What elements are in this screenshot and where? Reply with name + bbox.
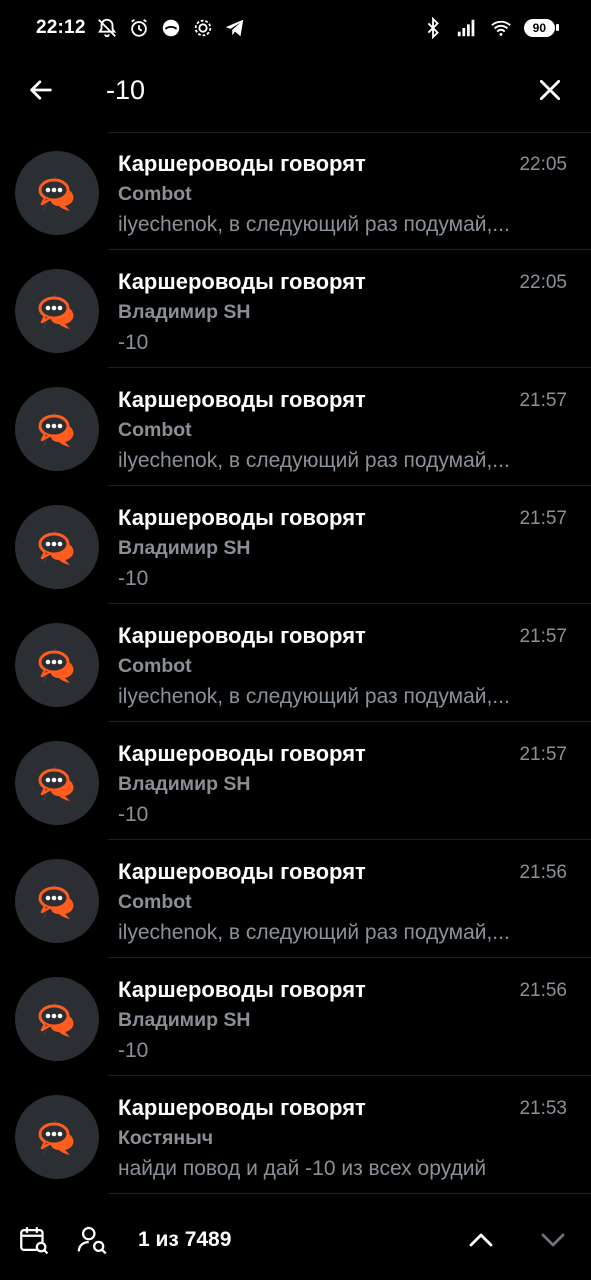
chat-bubbles-icon [38, 529, 74, 565]
chat-avatar [15, 387, 99, 471]
bluetooth-icon [427, 17, 439, 39]
status-time: 22:12 [36, 17, 86, 38]
message-time: 21:56 [519, 980, 567, 1001]
message-sender: Combot [118, 419, 192, 441]
chat-avatar [15, 623, 99, 707]
chat-title: Каршероводы говорят [118, 859, 366, 884]
message-time: 21:57 [519, 744, 567, 765]
status-bar: 22:12 90 [0, 0, 591, 56]
mute-bell-icon [97, 18, 116, 38]
search-result-row[interactable]: Каршероводы говорят 21:57 Владимир SH -1… [0, 486, 591, 604]
message-sender: Владимир SH [118, 773, 251, 795]
message-sender: Владимир SH [118, 301, 251, 323]
message-text: -10 [118, 331, 149, 354]
status-right: 90 [422, 17, 560, 39]
chat-avatar [15, 505, 99, 589]
message-time: 22:05 [519, 272, 567, 293]
search-by-date-button[interactable] [10, 1216, 58, 1264]
user-search-icon [77, 1226, 107, 1255]
wifi-icon [490, 20, 511, 36]
chat-avatar [15, 269, 99, 353]
alarm-icon [130, 18, 147, 37]
settings-app-icon [194, 19, 211, 37]
message-text: -10 [118, 567, 149, 590]
chat-avatar [15, 741, 99, 825]
search-result-row[interactable]: Каршероводы говорят 21:53 Костяныч найди… [0, 1076, 591, 1194]
chat-avatar [15, 859, 99, 943]
chat-title: Каршероводы говорят [118, 1095, 366, 1120]
chat-title: Каршероводы говорят [118, 269, 366, 294]
message-text: ilyechenok, в следующий раз подумай,... [118, 685, 510, 708]
search-result-row[interactable]: Каршероводы говорят 21:57 Combot ilyeche… [0, 604, 591, 722]
chevron-down-icon [541, 1233, 565, 1247]
chat-title: Каршероводы говорят [118, 977, 366, 1002]
search-result-row[interactable]: Каршероводы говорят 21:57 Владимир SH -1… [0, 722, 591, 840]
signal-icon [457, 19, 474, 37]
results-counter: 1 из 7489 [138, 1228, 232, 1251]
chat-avatar [15, 977, 99, 1061]
message-text: ilyechenok, в следующий раз подумай,... [118, 449, 510, 472]
message-time: 21:53 [519, 1098, 567, 1119]
message-text: -10 [118, 803, 149, 826]
chat-bubbles-icon [38, 647, 74, 683]
chevron-up-icon [469, 1233, 493, 1247]
message-text: -10 [118, 1039, 149, 1062]
chat-bubbles-icon [38, 883, 74, 919]
message-text: ilyechenok, в следующий раз подумай,... [118, 213, 510, 236]
chat-bubbles-icon [38, 1119, 74, 1155]
back-button[interactable] [16, 65, 66, 115]
battery-indicator: 90 [523, 19, 560, 37]
message-time: 22:05 [519, 154, 567, 175]
message-text: ilyechenok, в следующий раз подумай,... [118, 921, 510, 944]
telegram-icon [225, 19, 243, 37]
clear-search-button[interactable] [525, 65, 575, 115]
previous-result-button[interactable] [457, 1216, 505, 1264]
chat-title: Каршероводы говорят [118, 623, 366, 648]
calendar-search-icon [20, 1227, 49, 1255]
chat-bubbles-icon [38, 293, 74, 329]
message-time: 21:57 [519, 390, 567, 411]
message-sender: Владимир SH [118, 537, 251, 559]
chat-bubbles-icon [38, 1001, 74, 1037]
message-time: 21:57 [519, 508, 567, 529]
search-by-user-button[interactable] [69, 1216, 117, 1264]
search-bottom-bar: 1 из 7489 [0, 1200, 591, 1280]
message-sender: Combot [118, 655, 192, 677]
status-left: 22:12 [36, 17, 246, 39]
chat-bubbles-icon [38, 411, 74, 447]
message-text: найди повод и дай -10 из всех орудий [118, 1157, 487, 1180]
message-sender: Combot [118, 183, 192, 205]
search-result-row[interactable]: Каршероводы говорят 21:57 Combot ilyeche… [0, 368, 591, 486]
chat-title: Каршероводы говорят [118, 741, 366, 766]
search-input[interactable] [106, 74, 525, 106]
chat-title: Каршероводы говорят [118, 505, 366, 530]
message-sender: Костяныч [118, 1127, 214, 1149]
search-result-row[interactable]: Каршероводы говорят 21:56 Combot ilyeche… [0, 840, 591, 958]
chat-bubbles-icon [38, 765, 74, 801]
search-result-row[interactable]: Каршероводы говорят 22:05 Combot ilyeche… [0, 132, 591, 250]
search-header [0, 56, 591, 124]
row-divider [108, 1193, 591, 1194]
message-time: 21:56 [519, 862, 567, 883]
chat-title: Каршероводы говорят [118, 151, 366, 176]
app-icon [162, 19, 179, 37]
next-result-button[interactable] [529, 1216, 577, 1264]
search-results-list: Каршероводы говорят 22:05 Combot ilyeche… [0, 132, 591, 1194]
message-time: 21:57 [519, 626, 567, 647]
chat-avatar [15, 151, 99, 235]
search-result-row[interactable]: Каршероводы говорят 22:05 Владимир SH -1… [0, 250, 591, 368]
search-result-row[interactable]: Каршероводы говорят 21:56 Владимир SH -1… [0, 958, 591, 1076]
chat-bubbles-icon [38, 175, 74, 211]
message-sender: Combot [118, 891, 192, 913]
chat-avatar [15, 1095, 99, 1179]
back-arrow-icon [30, 80, 52, 100]
chat-title: Каршероводы говорят [118, 387, 366, 412]
close-icon [539, 79, 561, 101]
message-sender: Владимир SH [118, 1009, 251, 1031]
